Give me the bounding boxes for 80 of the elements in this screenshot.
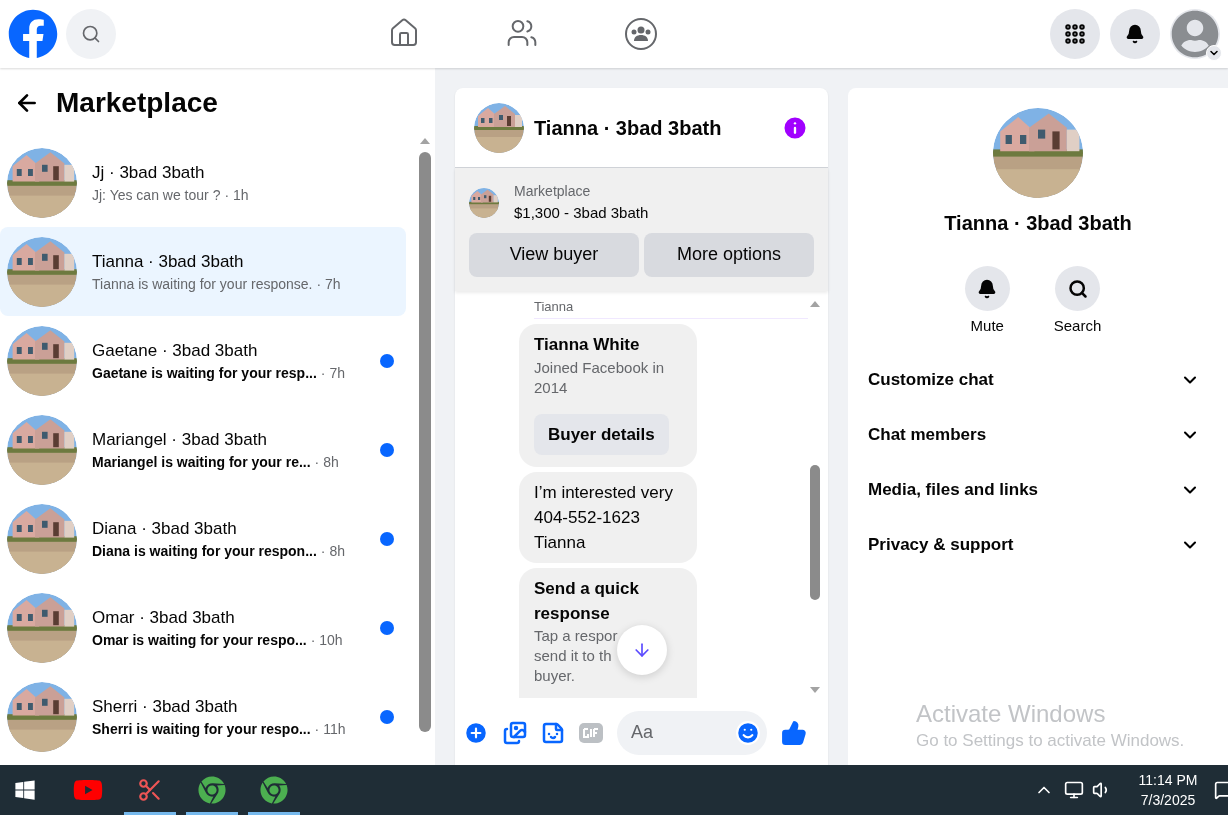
- conversation-item[interactable]: Tianna · 3bad 3bath Tianna is waiting for your response. · 7h: [0, 227, 406, 316]
- conversation-title: Tianna · 3bad 3bath: [92, 250, 245, 273]
- buyer-details-button[interactable]: Buyer details: [534, 413, 669, 455]
- bell-icon: [977, 278, 998, 299]
- listing-price: $1,300 - 3bad 3bath: [514, 203, 649, 223]
- scissors-icon: [137, 777, 163, 803]
- notification-center-icon[interactable]: [1214, 780, 1228, 800]
- contact-name: Tianna · 3bad 3bath: [944, 211, 1132, 236]
- like-icon[interactable]: [781, 719, 807, 746]
- conversation-item[interactable]: Diana · 3bad 3bath Diana is waiting for your respon... · 8h: [0, 494, 406, 583]
- conversation-time: · 1h: [224, 185, 249, 205]
- settings-section[interactable]: Privacy & support: [848, 517, 1228, 573]
- browser-icon: [260, 776, 288, 804]
- action-label: Search: [1053, 316, 1102, 336]
- activation-subtitle: Go to Settings to activate Windows.: [916, 729, 1185, 752]
- search-icon: [81, 24, 101, 44]
- listing-action-button[interactable]: More options: [644, 232, 814, 277]
- running-indicator: [186, 812, 238, 815]
- conversation-title: Jj · 3bad 3bath: [92, 161, 206, 184]
- browser-icon: [198, 776, 226, 804]
- bell-icon: [1125, 24, 1145, 44]
- conversation-preview: Jj: Yes can we tour ?: [92, 185, 221, 205]
- running-indicator: [248, 812, 300, 815]
- logo-icon[interactable]: [8, 9, 58, 59]
- conversation-title: Diana · 3bad 3bath: [92, 517, 238, 540]
- conversation-time: · 8h: [320, 541, 345, 561]
- listing-label: Marketplace: [514, 182, 592, 201]
- message-subtitle: buyer.: [534, 666, 575, 686]
- settings-section[interactable]: Media, files and links: [848, 462, 1228, 518]
- clock[interactable]: 11:14 PM 7/3/2025: [1132, 770, 1204, 810]
- conversation-item[interactable]: Jj · 3bad 3bath Jj: Yes can we tour ? · 1h: [0, 138, 406, 227]
- groups-icon[interactable]: [624, 17, 658, 51]
- running-indicator: [124, 812, 176, 815]
- conversation-preview: Mariangel is waiting for your re...: [92, 452, 311, 472]
- settings-section[interactable]: Chat members: [848, 407, 1228, 463]
- conversation-time: · 7h: [316, 274, 341, 294]
- sticker-icon[interactable]: [541, 720, 565, 745]
- search-button[interactable]: [1055, 266, 1100, 311]
- listing-action-button[interactable]: View buyer: [469, 232, 639, 277]
- conversation-preview: Gaetane is waiting for your resp...: [92, 363, 317, 383]
- conversation-title: Omar · 3bad 3bath: [92, 606, 236, 629]
- message-title: Tianna White: [534, 334, 641, 356]
- message-text: I’m interested very 404-552-1623 Tianna: [534, 483, 674, 552]
- activation-title: Activate Windows: [916, 699, 1107, 728]
- home-icon[interactable]: [388, 17, 420, 49]
- sidebar-title: Marketplace: [56, 86, 218, 120]
- notifications-button[interactable]: [1110, 9, 1160, 59]
- search-icon: [1067, 278, 1088, 299]
- account-button[interactable]: [1170, 9, 1220, 59]
- grid-icon: [1063, 22, 1087, 46]
- message-subtitle: Joined Facebook in 2014: [534, 357, 666, 398]
- conversation-title: Sherri · 3bad 3bath: [92, 695, 239, 718]
- sender-name: Tianna: [534, 296, 808, 319]
- message-title: Send a quick response: [534, 578, 640, 625]
- photo-icon[interactable]: [503, 720, 527, 745]
- conversation-time: · 11h: [314, 719, 346, 739]
- conversation-preview: Omar is waiting for your respo...: [92, 630, 307, 650]
- conversation-item[interactable]: Sherri · 3bad 3bath Sherri is waiting for your respo... · 11h: [0, 672, 406, 761]
- menu-button[interactable]: [1050, 9, 1100, 59]
- message-subtitle: Tap a respor: [534, 626, 618, 646]
- message-field[interactable]: Aa: [617, 710, 767, 755]
- windows-icon: [14, 779, 36, 801]
- conversation-time: · 7h: [320, 363, 345, 383]
- people-icon[interactable]: [506, 17, 538, 49]
- action-label: Mute: [970, 316, 1004, 336]
- chat-title: Tianna · 3bad 3bath: [534, 115, 723, 141]
- settings-section[interactable]: Customize chat: [848, 352, 1228, 408]
- conversation-preview: Sherri is waiting for your respo...: [92, 719, 311, 739]
- conversation-time: · 8h: [314, 452, 339, 472]
- mute-button[interactable]: [964, 266, 1010, 311]
- network-icon[interactable]: [1064, 780, 1084, 800]
- conversation-title: Gaetane · 3bad 3bath: [92, 339, 259, 362]
- message-subtitle: send it to th: [534, 646, 612, 666]
- conversation-preview: Diana is waiting for your respon...: [92, 541, 317, 561]
- conversation-item[interactable]: Omar · 3bad 3bath Omar is waiting for your respo... · 10h: [0, 583, 406, 672]
- conversation-item[interactable]: Gaetane · 3bad 3bath Gaetane is waiting for your resp... · 7h: [0, 316, 406, 405]
- conversation-item[interactable]: Mariangel · 3bad 3bath Mariangel is waiting for your re... · 8h: [0, 405, 406, 494]
- conversation-preview: Tianna is waiting for your response.: [92, 274, 313, 294]
- conversation-title: Mariangel · 3bad 3bath: [92, 428, 268, 451]
- conversation-time: · 10h: [310, 630, 343, 650]
